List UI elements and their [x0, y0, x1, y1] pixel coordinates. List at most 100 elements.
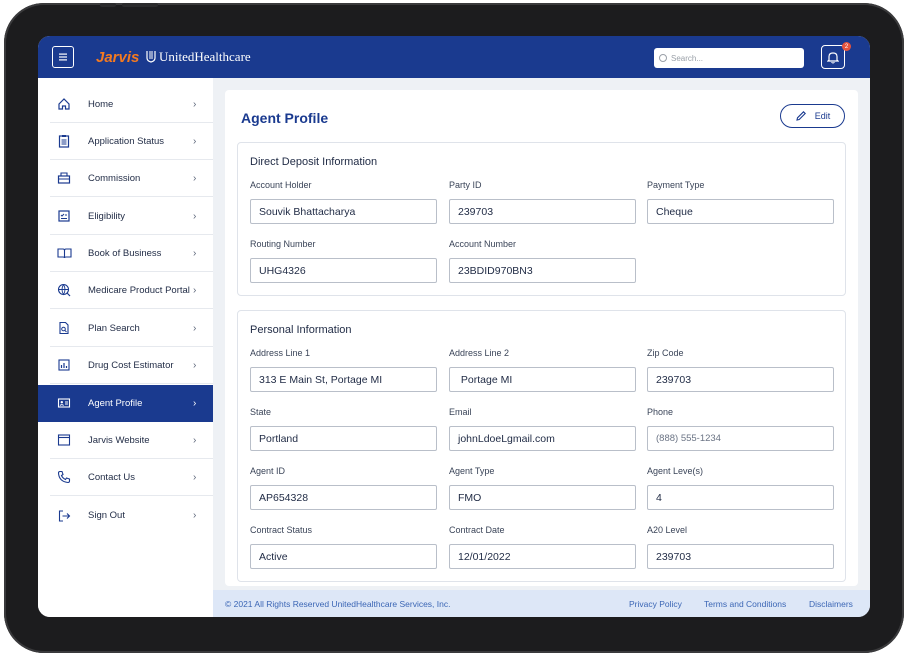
agent-id-input[interactable]: AP654328: [250, 485, 437, 510]
copyright-text: © 2021 All Rights Reserved UnitedHealthc…: [225, 599, 451, 609]
field-label: Phone: [647, 407, 674, 417]
notifications-button[interactable]: [821, 45, 845, 69]
disclaimers-link[interactable]: Disclaimers: [809, 599, 853, 609]
agent-type-input[interactable]: FMO: [449, 485, 636, 510]
agent-type-field: Agent Type FMO: [449, 466, 636, 510]
payment-type-field: Payment Type Cheque: [647, 180, 834, 224]
field-label: Account Holder: [250, 180, 312, 190]
home-icon: [54, 94, 74, 114]
field-label: Party ID: [449, 180, 482, 190]
sidebar-item-contact-us[interactable]: Contact Us ›: [50, 459, 213, 496]
phone-field: Phone (888) 555-1234: [647, 407, 834, 451]
sidebar-item-label: Medicare Product Portal: [88, 284, 190, 296]
chevron-right-icon: ›: [193, 471, 197, 483]
address-line-1-field: Address Line 1 313 E Main St, Portage MI: [250, 348, 437, 392]
book-icon: [54, 243, 74, 263]
email-field: Email johnLdoeLgmail.com: [449, 407, 636, 451]
hamburger-menu-button[interactable]: [52, 46, 74, 68]
field-label: Contract Date: [449, 525, 505, 535]
sidebar-item-application-status[interactable]: Application Status ›: [50, 123, 213, 160]
field-label: Agent Type: [449, 466, 495, 476]
field-label: Payment Type: [647, 180, 705, 190]
contract-status-input[interactable]: Active: [250, 544, 437, 569]
account-number-input[interactable]: 23BDID970BN3: [449, 258, 636, 283]
field-label: Zip Code: [647, 348, 684, 358]
party-id-input[interactable]: 239703: [449, 199, 636, 224]
state-input[interactable]: Portland: [250, 426, 437, 451]
sidebar-item-medicare-product-portal[interactable]: Medicare Product Portal ›: [50, 272, 213, 309]
sidebar-item-commission[interactable]: Commission ›: [50, 160, 213, 197]
field-label: Agent ID: [250, 466, 286, 476]
agent-level-input[interactable]: 4: [647, 485, 834, 510]
zip-code-input[interactable]: 239703: [647, 367, 834, 392]
sidebar-item-label: Book of Business: [88, 247, 162, 259]
field-label: Contract Status: [250, 525, 313, 535]
sidebar-item-label: Agent Profile: [88, 397, 143, 409]
sidebar-item-label: Contact Us: [88, 471, 135, 483]
sidebar-item-eligibility[interactable]: Eligibility ›: [50, 198, 213, 235]
contract-date-input[interactable]: 12/01/2022: [449, 544, 636, 569]
top-bar: Jarvis UnitedHealthcare Search... 2: [38, 36, 870, 78]
sidebar-item-jarvis-website[interactable]: Jarvis Website ›: [50, 422, 213, 459]
privacy-policy-link[interactable]: Privacy Policy: [629, 599, 682, 609]
eligibility-icon: [54, 206, 74, 226]
chevron-right-icon: ›: [193, 434, 197, 446]
party-id-field: Party ID 239703: [449, 180, 636, 224]
state-field: State Portland: [250, 407, 437, 451]
search-icon: [659, 54, 667, 62]
section-title: Direct Deposit Information: [250, 156, 378, 168]
sidebar-item-drug-cost-estimator[interactable]: Drug Cost Estimator ›: [50, 347, 213, 384]
field-label: Address Line 2: [449, 348, 510, 358]
chevron-right-icon: ›: [193, 397, 197, 409]
edit-button[interactable]: Edit: [780, 104, 845, 128]
field-label: Routing Number: [250, 239, 316, 249]
contract-date-field: Contract Date 12/01/2022: [449, 525, 636, 569]
field-label: Address Line 1: [250, 348, 311, 358]
sidebar: Home › Application Status › Commission ›…: [38, 78, 213, 617]
unitedhealthcare-logo[interactable]: UnitedHealthcare: [146, 49, 251, 65]
document-search-icon: [54, 318, 74, 338]
email-input[interactable]: johnLdoeLgmail.com: [449, 426, 636, 451]
contract-status-field: Contract Status Active: [250, 525, 437, 569]
sidebar-item-home[interactable]: Home ›: [50, 86, 213, 123]
sidebar-item-agent-profile[interactable]: Agent Profile ›: [38, 385, 213, 422]
phone-input[interactable]: (888) 555-1234: [647, 426, 834, 451]
edit-button-label: Edit: [814, 111, 831, 121]
account-holder-input[interactable]: Souvik Bhattacharya: [250, 199, 437, 224]
sidebar-item-label: Sign Out: [88, 510, 125, 521]
page-title: Agent Profile: [241, 110, 329, 126]
chart-icon: [54, 355, 74, 375]
agent-profile-card: Agent Profile Edit Direct Deposit Inform…: [225, 90, 858, 586]
field-label: Account Number: [449, 239, 517, 249]
phone-icon: [54, 467, 74, 487]
chevron-right-icon: ›: [193, 135, 197, 147]
chevron-right-icon: ›: [193, 172, 197, 184]
routing-number-input[interactable]: UHG4326: [250, 258, 437, 283]
address-line-1-input[interactable]: 313 E Main St, Portage MI: [250, 367, 437, 392]
direct-deposit-section: Direct Deposit Information Account Holde…: [237, 142, 846, 296]
a20-level-input[interactable]: 239703: [647, 544, 834, 569]
uhc-shield-icon: [146, 51, 156, 63]
search-input[interactable]: Search...: [654, 48, 804, 68]
jarvis-logo[interactable]: Jarvis: [96, 49, 139, 66]
personal-information-section: Personal Information Address Line 1 313 …: [237, 310, 846, 582]
sidebar-item-book-of-business[interactable]: Book of Business ›: [50, 235, 213, 272]
clipboard-icon: [54, 131, 74, 151]
bell-icon: [827, 51, 839, 63]
id-card-icon: [54, 393, 74, 413]
app-screen: Jarvis UnitedHealthcare Search... 2 Home…: [38, 36, 870, 617]
chevron-right-icon: ›: [193, 284, 197, 296]
payment-type-input[interactable]: Cheque: [647, 199, 834, 224]
sidebar-item-sign-out[interactable]: Sign Out ›: [50, 497, 213, 534]
sidebar-item-plan-search[interactable]: Plan Search ›: [50, 310, 213, 347]
address-line-2-field: Address Line 2 Portage MI: [449, 348, 636, 392]
field-label: Email: [449, 407, 472, 417]
device-button: [100, 3, 116, 7]
chevron-right-icon: ›: [193, 247, 197, 259]
address-line-2-input[interactable]: Portage MI: [449, 367, 636, 392]
sidebar-item-label: Eligibility: [88, 210, 125, 222]
field-label: A20 Level: [647, 525, 688, 535]
sign-out-icon: [54, 506, 74, 526]
footer: © 2021 All Rights Reserved UnitedHealthc…: [213, 590, 870, 617]
terms-and-conditions-link[interactable]: Terms and Conditions: [704, 599, 786, 609]
